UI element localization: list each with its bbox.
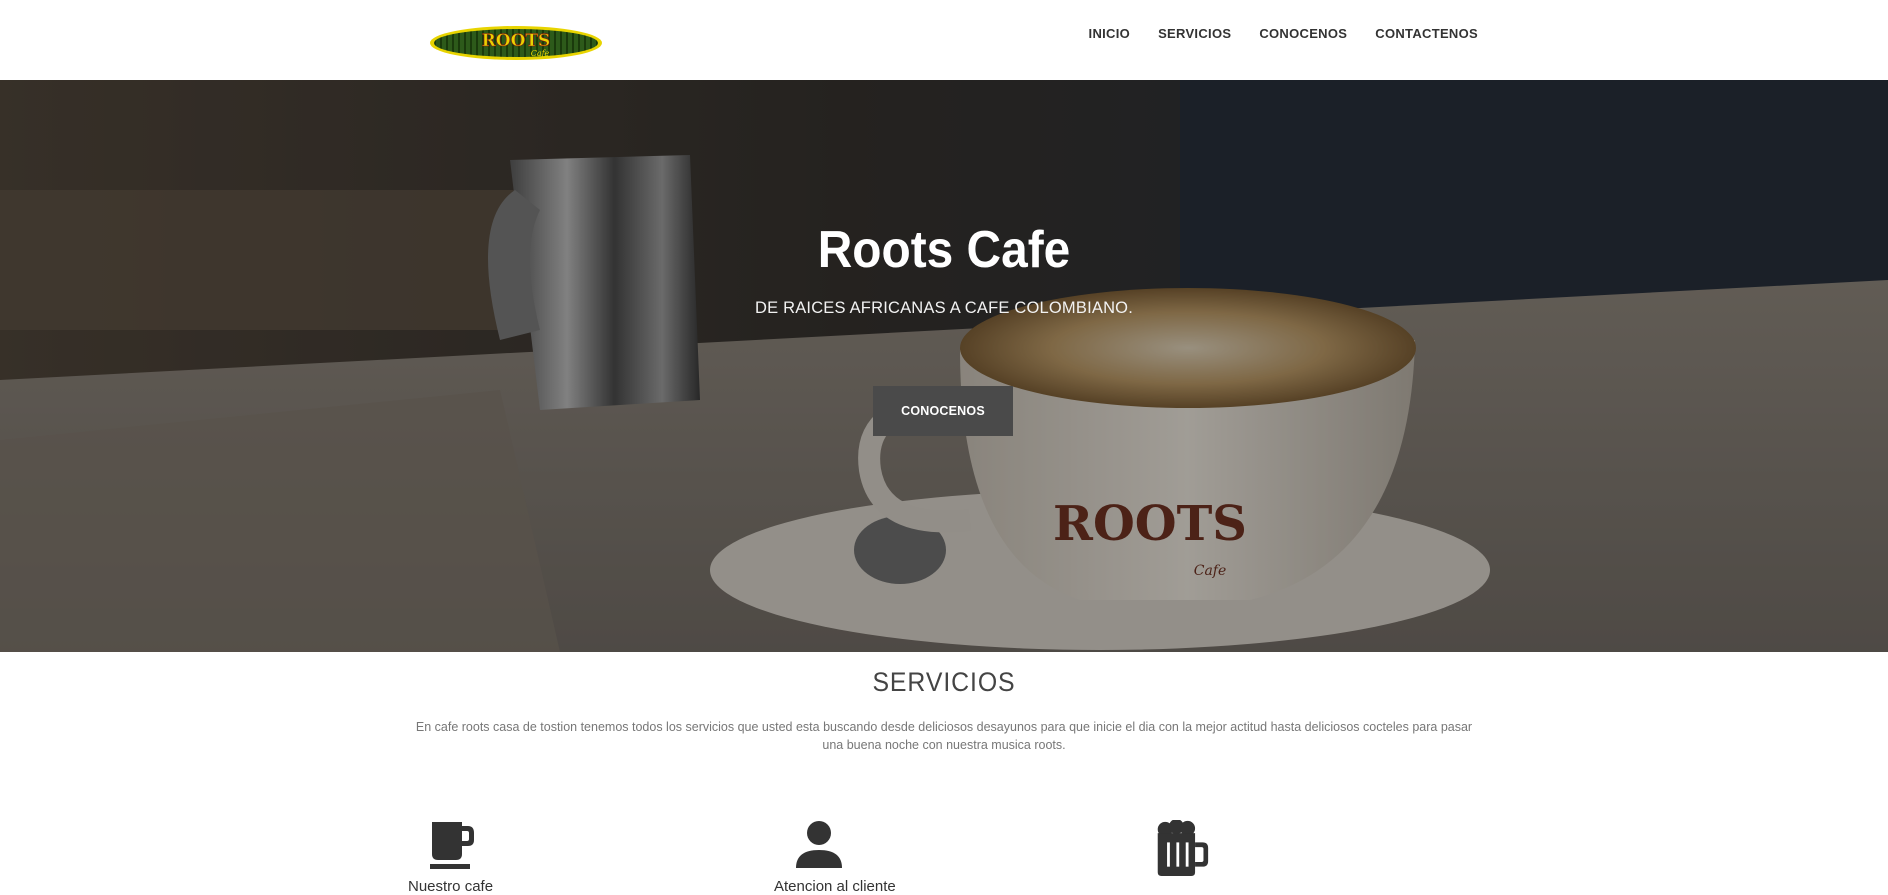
- person-icon: [796, 821, 842, 868]
- service-label: Atencion al cliente: [774, 878, 896, 895]
- nav-link-servicios[interactable]: SERVICIOS: [1158, 26, 1231, 41]
- services-title: SERVICIOS: [872, 667, 1016, 697]
- conocenos-button[interactable]: CONOCENOS: [873, 386, 1013, 436]
- services-description: En cafe roots casa de tostion tenemos to…: [415, 720, 1473, 752]
- nav-link-conocenos[interactable]: CONOCENOS: [1259, 26, 1347, 41]
- hero-overlay: [0, 80, 1888, 652]
- hero-subtitle: DE RAICES AFRICANAS A CAFE COLOMBIANO.: [754, 299, 1134, 317]
- svg-text:Cafe: Cafe: [531, 49, 550, 58]
- logo[interactable]: ROOTS Cafe: [428, 24, 604, 62]
- hero-title: Roots Cafe: [817, 221, 1071, 279]
- coffee-cup-icon: [430, 822, 474, 869]
- nav-link-contactenos[interactable]: CONTACTENOS: [1375, 26, 1478, 41]
- beer-mug-icon: [1157, 820, 1209, 876]
- nav-links: INICIO SERVICIOS CONOCENOS CONTACTENOS: [1061, 26, 1478, 41]
- nav-link-inicio[interactable]: INICIO: [1089, 26, 1131, 41]
- service-label: Nuestro cafe: [408, 878, 494, 895]
- svg-text:ROOTS: ROOTS: [482, 31, 551, 51]
- hero-banner: ROOTS Cafe Roots Cafe DE RAICES AFRICANA…: [0, 80, 1888, 652]
- roots-logo-icon: ROOTS Cafe: [430, 26, 602, 60]
- navbar: ROOTS Cafe INICIO SERVICIOS CONOCENOS CO…: [0, 0, 1888, 80]
